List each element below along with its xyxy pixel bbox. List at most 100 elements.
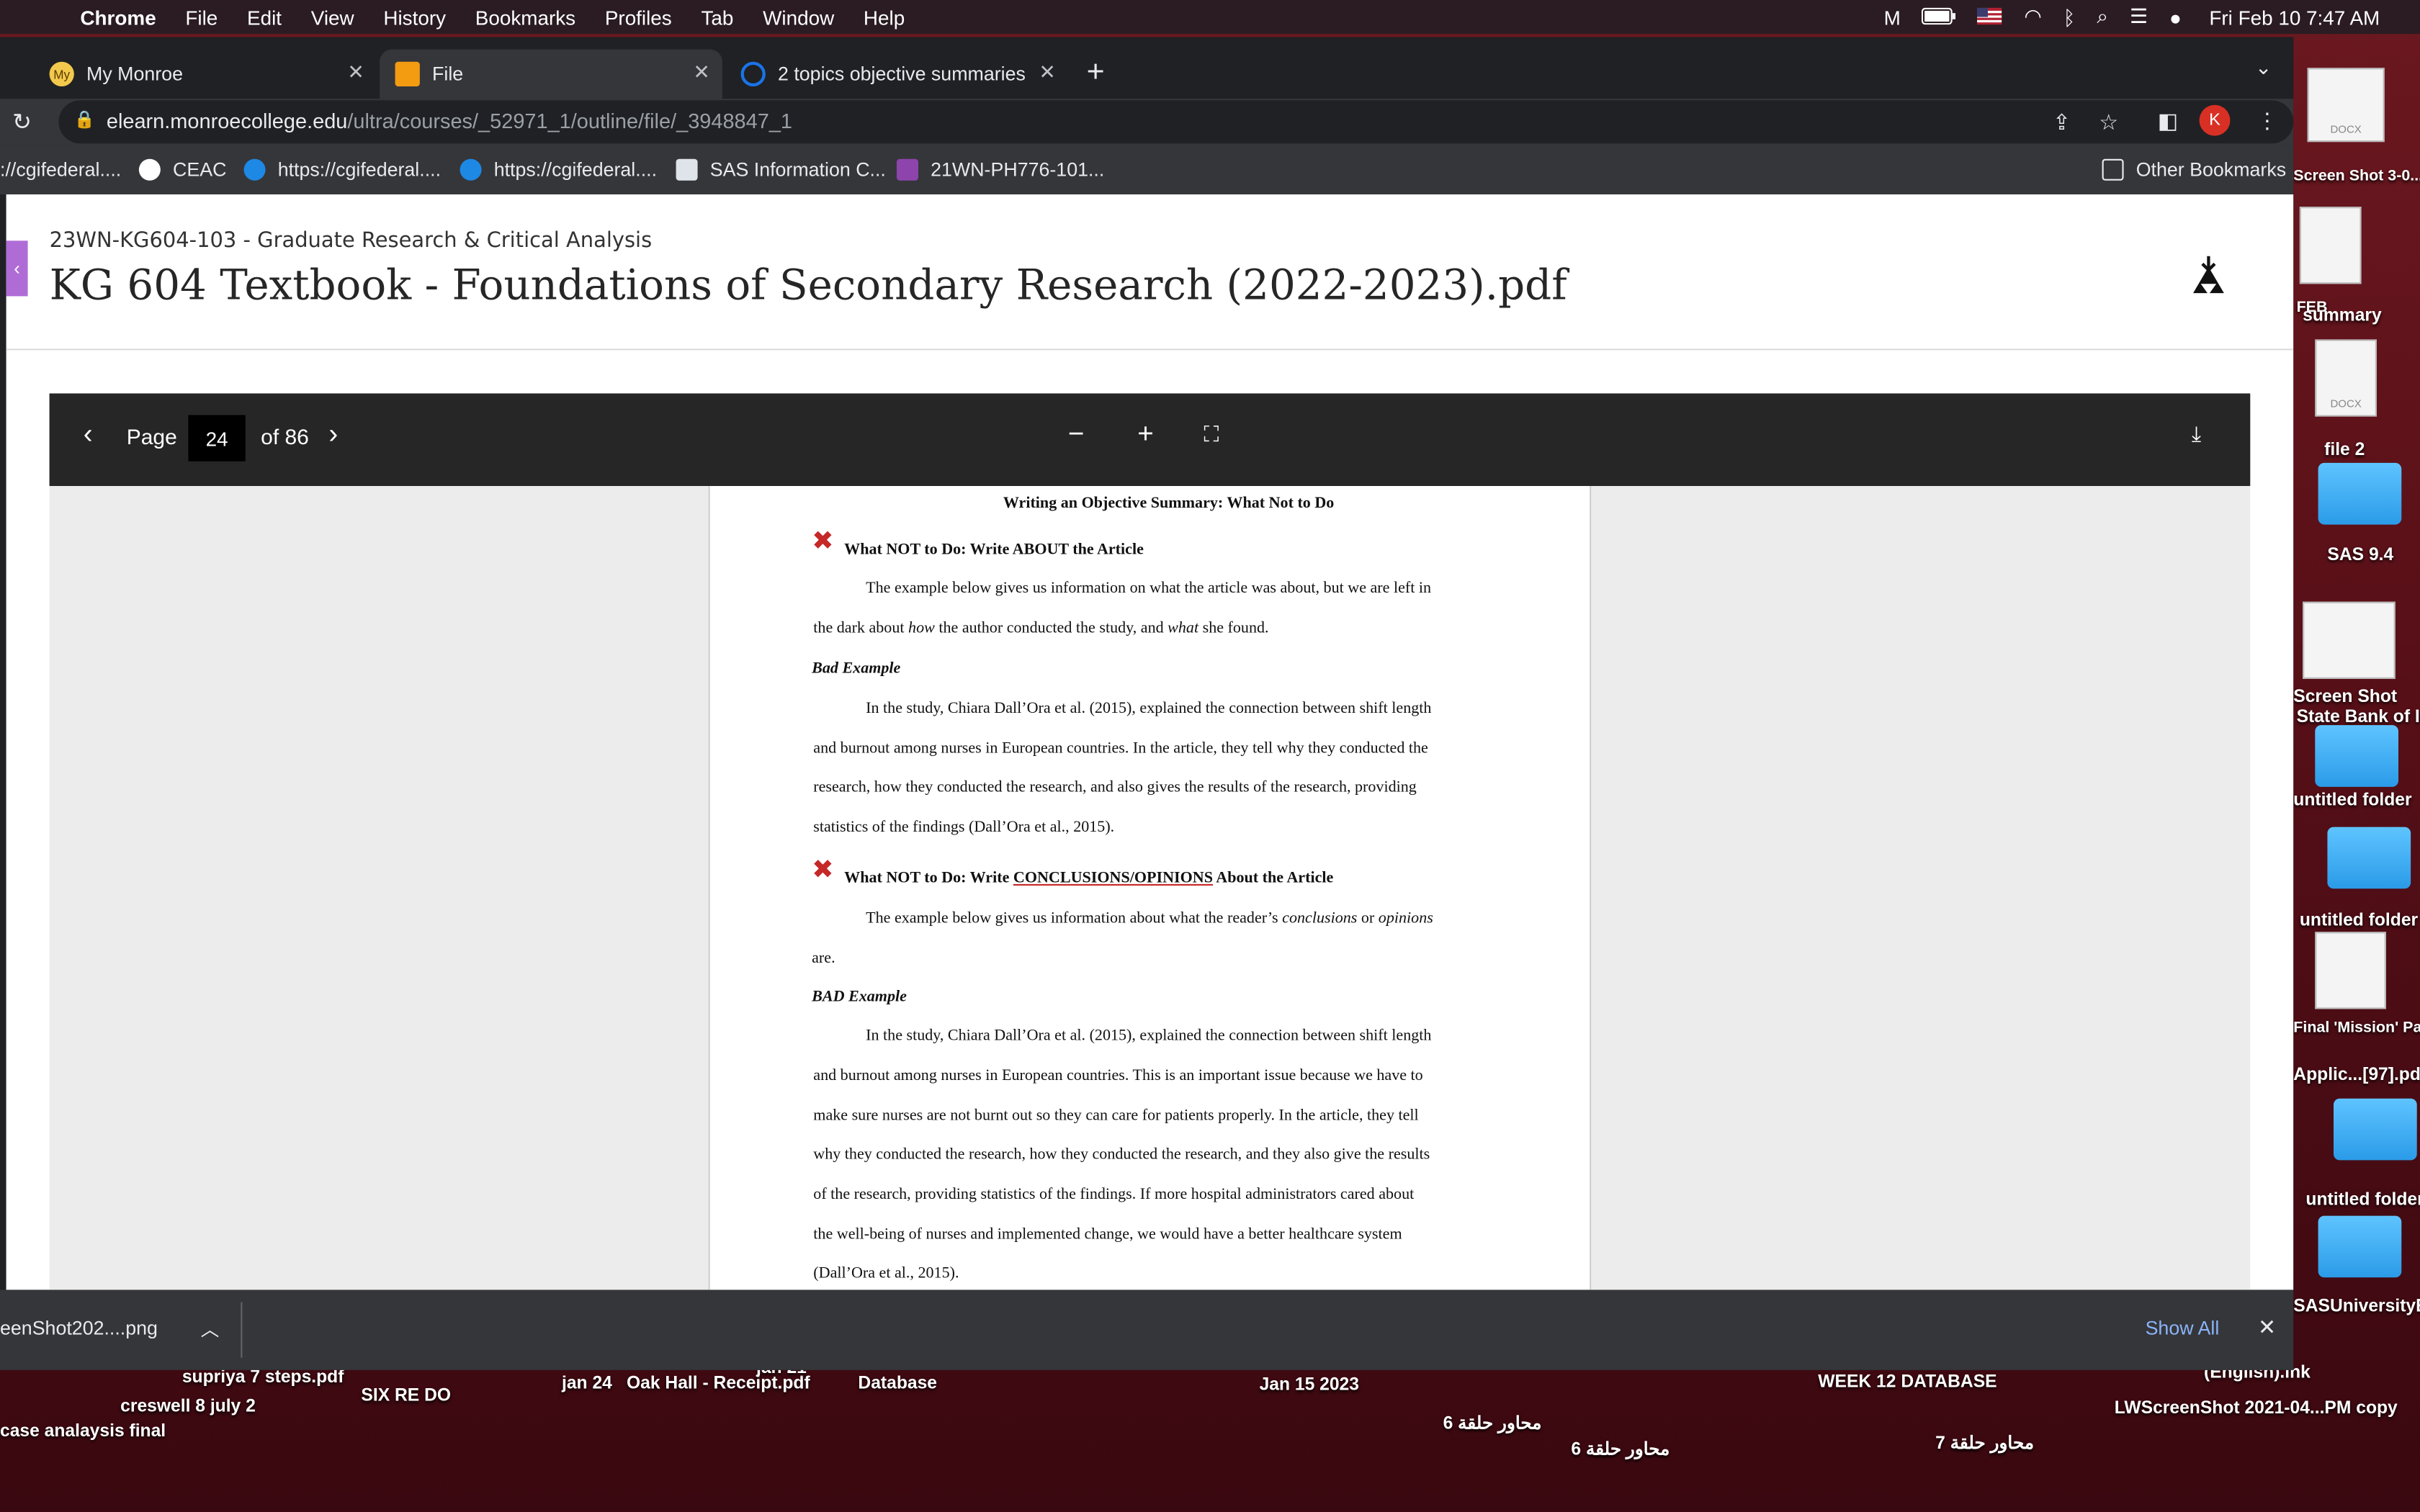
folder-icon[interactable] [2318, 462, 2402, 525]
siri-icon[interactable]: ● [2169, 6, 2182, 29]
loading-favicon [740, 61, 766, 86]
spotlight-search-icon[interactable]: ⌕ [2097, 4, 2108, 29]
control-center-icon[interactable]: ☰ [2130, 4, 2148, 29]
battery-icon[interactable] [1922, 6, 1957, 29]
address-bar[interactable]: 🔒 elearn.monroecollege.edu/ultra/courses… [58, 100, 2294, 144]
close-icon[interactable]: ✕ [693, 60, 709, 85]
bookmark-sas[interactable]: SAS Information C... [676, 158, 886, 181]
side-panel-icon[interactable]: ◧ [2158, 108, 2178, 134]
desktop-label[interactable]: SIX RE DO [361, 1385, 451, 1407]
bookmark-star-icon[interactable]: ☆ [2099, 109, 2118, 135]
tab-strip: My My Monroe ✕ File ✕ 2 topics objective… [0, 37, 2294, 99]
menu-bookmarks[interactable]: Bookmarks [475, 6, 575, 29]
desktop-label[interactable]: Database [858, 1373, 937, 1395]
desktop-label[interactable]: WEEK 12 DATABASE [1818, 1372, 1996, 1393]
bookmark-label: https://cgifederal.... [277, 158, 442, 181]
profile-avatar[interactable]: K [2199, 104, 2231, 136]
desktop-label[interactable]: LWScreenShot 2021-04...PM copy [2115, 1398, 2398, 1419]
bookmark-label: 21WN-PH776-101... [931, 158, 1105, 181]
desktop-label[interactable]: supriya 7 steps.pdf [182, 1367, 344, 1389]
zoom-in-plus-icon[interactable]: + [1137, 418, 1154, 451]
desktop-label-summary[interactable]: summary [2303, 305, 2382, 327]
bluetooth-icon[interactable]: ᛒ [2063, 6, 2076, 29]
desktop-label-untitled2[interactable]: untitled folder [2300, 910, 2418, 932]
kebab-menu-icon[interactable]: ⋮ [2257, 108, 2278, 134]
bookmark-label: SAS Information C... [709, 158, 886, 181]
share-icon[interactable]: ⇪ [2053, 109, 2071, 135]
menu-bar-clock[interactable]: Fri Feb 10 7:47 AM [2209, 6, 2380, 29]
menu-profiles[interactable]: Profiles [605, 6, 672, 29]
menu-file[interactable]: File [185, 6, 218, 29]
lock-icon[interactable]: 🔒 [74, 109, 95, 130]
show-all-downloads-button[interactable]: Show All [2146, 1318, 2220, 1339]
collapse-panel-chevron-left-icon[interactable]: ‹ [6, 240, 28, 297]
menu-view[interactable]: View [311, 6, 354, 29]
tab-search-chevron-down-icon[interactable]: ⌄ [2255, 55, 2272, 80]
desktop-label-mission[interactable]: Final 'Mission' Packet (1) [2293, 1018, 2420, 1040]
desktop-label-untitled1[interactable]: untitled folder [2293, 790, 2411, 811]
desktop-label-file2[interactable]: file 2 [2324, 440, 2365, 462]
folder-icon[interactable] [2315, 725, 2398, 787]
close-icon[interactable]: ✕ [1039, 60, 1055, 85]
bookmark-ceac[interactable]: CEAC [138, 158, 226, 181]
desktop-label[interactable]: Jan 15 2023 [1260, 1374, 1359, 1396]
menu-edit[interactable]: Edit [247, 6, 282, 29]
desktop-label[interactable]: jan 24 [562, 1373, 612, 1395]
desktop-pdf-thumbnail[interactable] [2303, 601, 2396, 679]
prev-page-chevron-left-icon[interactable]: ‹ [84, 418, 93, 451]
url-text[interactable]: elearn.monroecollege.edu/ultra/courses/_… [107, 109, 792, 132]
pdf-text-line: The example below gives us information o… [866, 580, 1432, 598]
menu-window[interactable]: Window [763, 6, 834, 29]
pdf-text-line: the well-being of nurses and implemented… [813, 1226, 1402, 1244]
next-page-chevron-right-icon[interactable]: › [328, 418, 338, 451]
desktop-label-screenshot[interactable]: Screen Shot 3-0...46.12 AM [2293, 166, 2420, 188]
desktop-label[interactable]: محاور حلقة 6 [1443, 1413, 1542, 1435]
pdf-viewer[interactable]: Writing an Objective Summary: What Not t… [49, 486, 2251, 1290]
us-flag-icon[interactable] [1978, 6, 2003, 29]
desktop-doc-thumbnail[interactable]: DOCX [2315, 339, 2377, 417]
malwarebytes-icon[interactable]: M [1884, 6, 1901, 29]
pdf-text-line: The example below gives us information a… [866, 910, 1433, 927]
bookmark-cgifederal-1[interactable]: ://cgifederal.... [0, 159, 121, 181]
browser-toolbar: ↻ 🔒 elearn.monroecollege.edu/ultra/cours… [0, 99, 2294, 145]
wifi-icon[interactable]: ◠ [2024, 4, 2041, 29]
desktop-label-applic[interactable]: Applic...[97].pdf [2293, 1065, 2420, 1086]
desktop-label-sas94[interactable]: SAS 9.4 [2327, 544, 2393, 566]
bookmark-cgifederal-2[interactable]: https://cgifederal.... [243, 158, 442, 181]
folder-icon[interactable] [2327, 827, 2411, 889]
desktop-doc-thumbnail[interactable]: DOCX [2307, 68, 2385, 143]
page-number-input[interactable]: 24 [188, 415, 246, 462]
new-tab-plus-icon[interactable]: + [1087, 55, 1105, 91]
desktop-doc-thumbnail[interactable] [2299, 207, 2362, 284]
menu-help[interactable]: Help [864, 6, 905, 29]
desktop-label[interactable]: creswell 8 july 2 [120, 1396, 256, 1418]
desktop-label-sasuniversity[interactable]: SASUniversityEd on [2293, 1296, 2420, 1318]
bookmark-cgifederal-3[interactable]: https://cgifederal.... [460, 158, 657, 181]
folder-icon[interactable] [2318, 1215, 2402, 1278]
menu-app-name[interactable]: Chrome [80, 6, 156, 29]
desktop-doc-thumbnail[interactable] [2315, 932, 2386, 1009]
desktop-label[interactable]: محاور حلقة 7 [1935, 1434, 2034, 1455]
folder-icon[interactable] [2334, 1098, 2417, 1161]
accessibility-download-icon[interactable] [2185, 253, 2231, 299]
desktop-label-untitled3[interactable]: untitled folder [2305, 1189, 2420, 1211]
download-icon[interactable]: ⤓ [2192, 421, 2201, 447]
desktop-label-screenshot2[interactable]: Screen Shot [2293, 687, 2397, 708]
download-item-filename[interactable]: eenShot202....png [0, 1318, 158, 1339]
desktop-label[interactable]: case analaysis final [0, 1421, 166, 1443]
reload-icon[interactable]: ↻ [12, 108, 32, 135]
tab-file[interactable]: File ✕ [380, 49, 722, 99]
zoom-out-minus-icon[interactable]: − [1068, 418, 1085, 451]
bookmark-21wn[interactable]: 21WN-PH776-101... [897, 158, 1105, 181]
menu-tab[interactable]: Tab [701, 6, 733, 29]
other-bookmarks[interactable]: Other Bookmarks [2102, 158, 2286, 181]
tab-my-monroe[interactable]: My My Monroe ✕ [34, 50, 377, 99]
close-downloads-icon[interactable]: ✕ [2258, 1315, 2276, 1341]
bad-example-label: BAD Example [812, 989, 907, 1007]
close-icon[interactable]: ✕ [347, 60, 364, 85]
download-options-chevron-up-icon[interactable]: ︿ [201, 1316, 220, 1342]
fullscreen-icon[interactable]: ⛶ [1204, 421, 1219, 447]
tab-objective-summaries[interactable]: 2 topics objective summaries | ✕ [725, 50, 1068, 99]
menu-history[interactable]: History [383, 6, 446, 29]
desktop-label[interactable]: محاور حلقة 6 [1571, 1439, 1670, 1461]
